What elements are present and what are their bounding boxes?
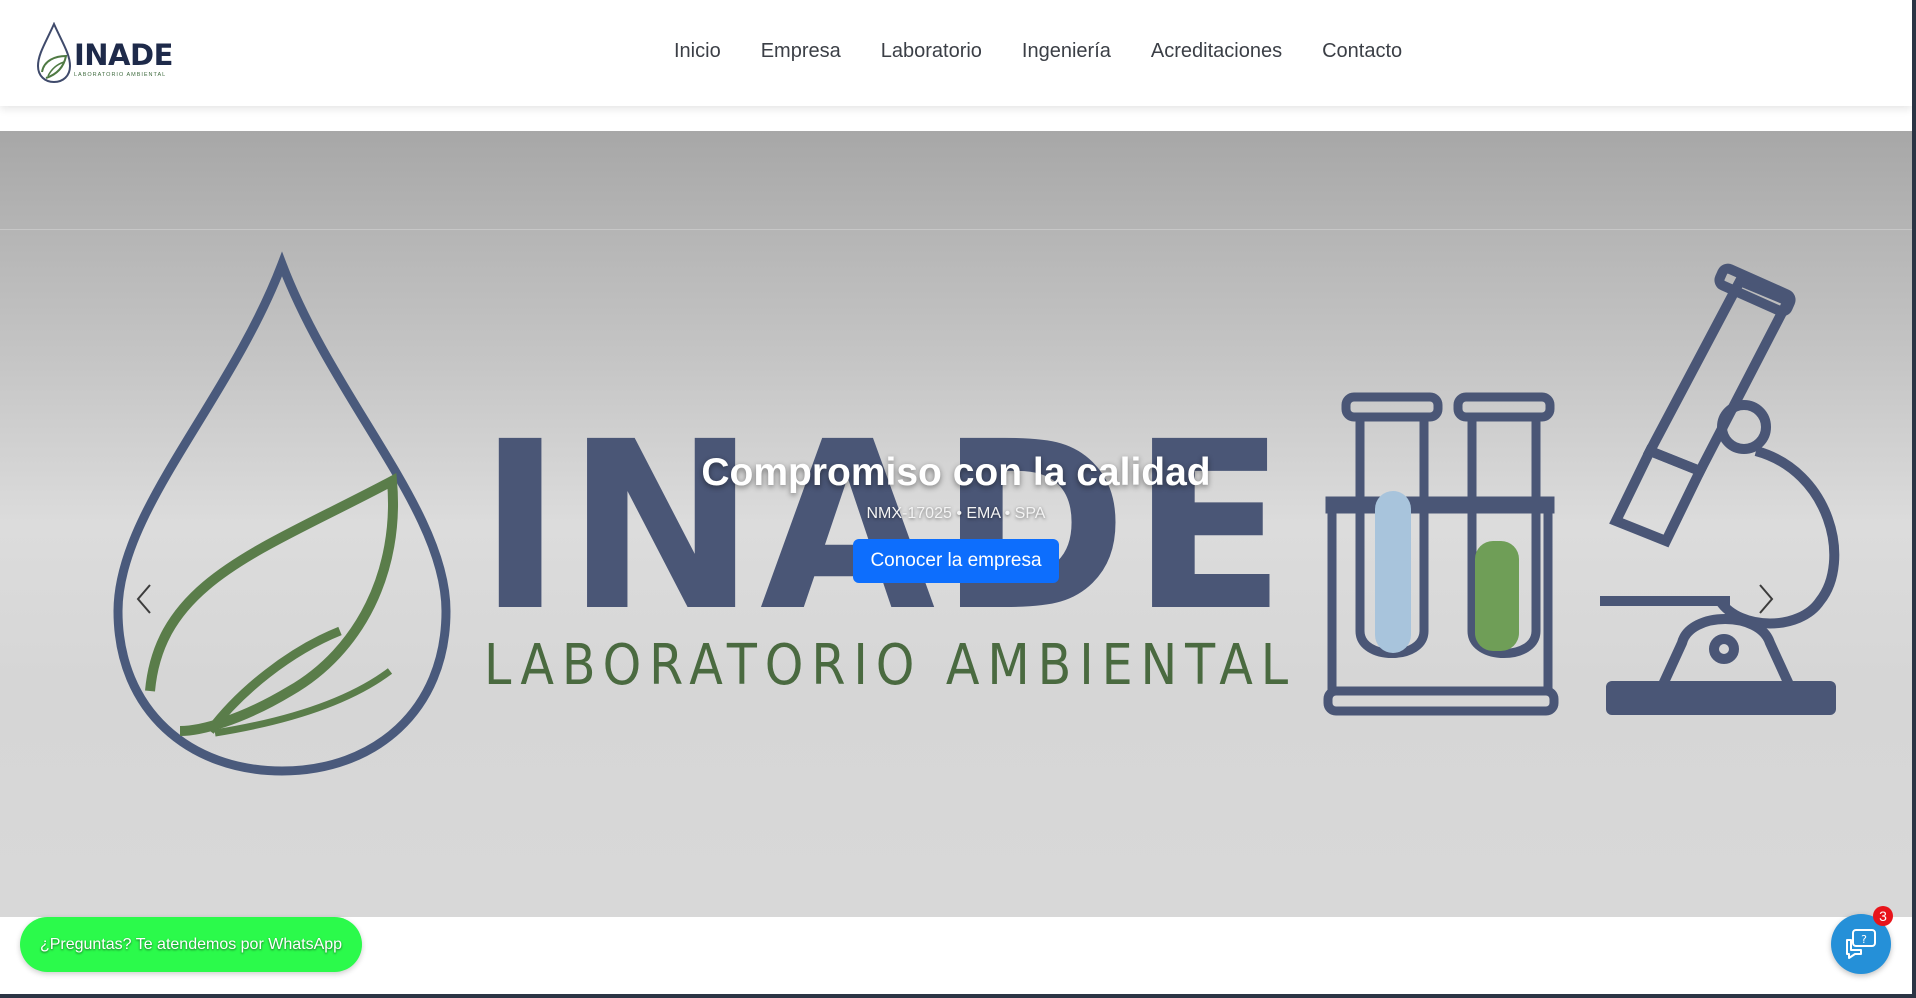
hero-caption: Compromiso con la calidad NMX-17025 • EM… (0, 451, 1912, 583)
chevron-left-icon (136, 584, 151, 614)
carousel-next-button[interactable] (1746, 571, 1786, 627)
hero-carousel: INADE LABORATORIO AMBIENTAL Compromiso c… (0, 131, 1912, 917)
nav-item-contacto[interactable]: Contacto (1302, 38, 1422, 65)
drop-leaf-icon (36, 22, 72, 84)
whatsapp-button[interactable]: ¿Preguntas? Te atendemos por WhatsApp (20, 917, 362, 972)
hero-caption-subtitle: NMX-17025 • EMA • SPA (866, 505, 1046, 522)
brand-subtitle: LABORATORIO AMBIENTAL (74, 72, 167, 78)
brand-name: INADE (74, 38, 173, 72)
page: INADE LABORATORIO AMBIENTAL Inicio Empre… (0, 0, 1912, 994)
svg-text:?: ? (1861, 933, 1867, 946)
hero-caption-title: Compromiso con la calidad (701, 451, 1211, 494)
notification-badge: 3 (1873, 906, 1893, 926)
carousel-prev-button[interactable] (124, 571, 164, 627)
conocer-empresa-button[interactable]: Conocer la empresa (853, 539, 1059, 583)
nav-item-empresa[interactable]: Empresa (741, 38, 861, 65)
brand-logo[interactable]: INADE LABORATORIO AMBIENTAL (36, 22, 173, 84)
main-nav: Inicio Empresa Laboratorio Ingeniería Ac… (654, 38, 1422, 65)
nav-item-inicio[interactable]: Inicio (654, 38, 741, 65)
help-chat-button[interactable]: ? 3 (1831, 906, 1893, 974)
nav-item-acreditaciones[interactable]: Acreditaciones (1131, 38, 1302, 65)
whatsapp-button-label: ¿Preguntas? Te atendemos por WhatsApp (39, 935, 343, 953)
nav-item-laboratorio[interactable]: Laboratorio (861, 38, 1002, 65)
hero-logo-subtitle: LABORATORIO AMBIENTAL (484, 633, 1296, 698)
navbar: INADE LABORATORIO AMBIENTAL Inicio Empre… (0, 0, 1912, 106)
nav-item-ingenieria[interactable]: Ingeniería (1002, 38, 1131, 65)
chevron-right-icon (1759, 584, 1774, 614)
